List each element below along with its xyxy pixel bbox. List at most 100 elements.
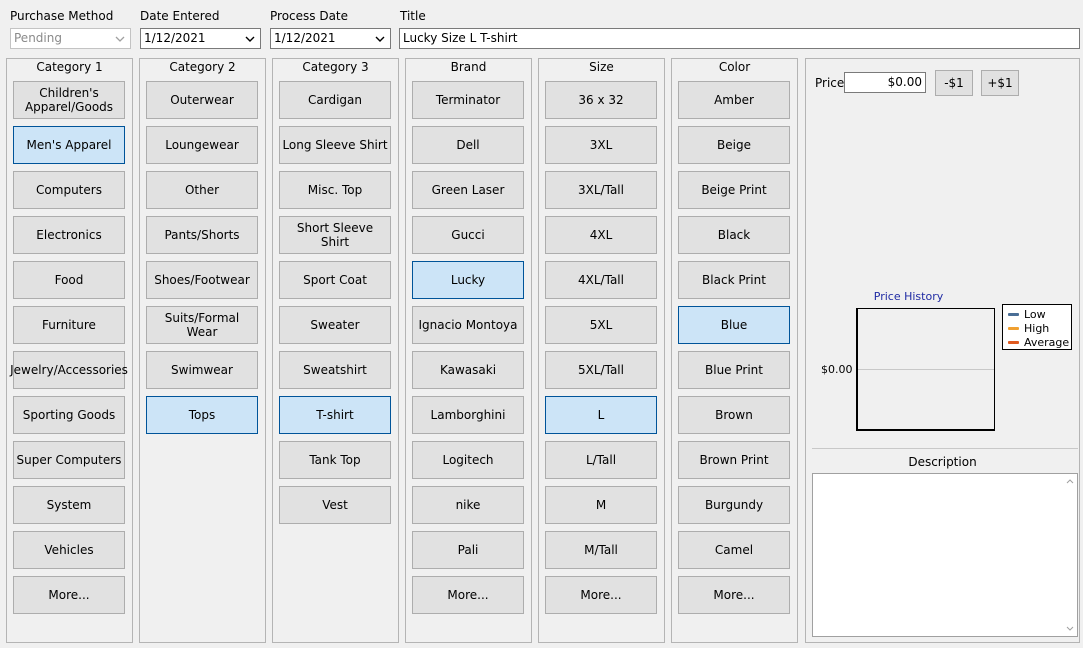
option-button[interactable]: Beige xyxy=(678,126,790,164)
option-button[interactable]: 3XL xyxy=(545,126,657,164)
option-button[interactable]: Kawasaki xyxy=(412,351,524,389)
option-button[interactable]: Blue Print xyxy=(678,351,790,389)
legend-item: High xyxy=(1008,321,1071,335)
option-button[interactable]: Swimwear xyxy=(146,351,258,389)
chevron-down-icon[interactable] xyxy=(244,29,256,48)
option-button[interactable]: Children's Apparel/Goods xyxy=(13,81,125,119)
option-button[interactable]: Lucky xyxy=(412,261,524,299)
option-button[interactable]: Computers xyxy=(13,171,125,209)
column-category-1: Category 1 Children's Apparel/Goods Men's … xyxy=(6,58,133,643)
column-title: Color xyxy=(718,60,751,74)
option-button[interactable]: Pali xyxy=(412,531,524,569)
option-button[interactable]: Sport Coat xyxy=(279,261,391,299)
option-button[interactable]: L/Tall xyxy=(545,441,657,479)
option-button[interactable]: Vehicles xyxy=(13,531,125,569)
option-button[interactable]: Misc. Top xyxy=(279,171,391,209)
option-button[interactable]: Vest xyxy=(279,486,391,524)
option-button[interactable]: Burgundy xyxy=(678,486,790,524)
legend-item: Low xyxy=(1008,307,1071,321)
option-button[interactable]: M xyxy=(545,486,657,524)
description-textarea[interactable] xyxy=(812,473,1078,637)
decrease-price-button[interactable]: -$1 xyxy=(935,70,973,96)
legend-label: High xyxy=(1024,321,1050,335)
more-button[interactable]: More... xyxy=(13,576,125,614)
option-button[interactable]: M/Tall xyxy=(545,531,657,569)
option-button[interactable]: Green Laser xyxy=(412,171,524,209)
increase-price-button[interactable]: +$1 xyxy=(981,70,1019,96)
option-button[interactable]: Tops xyxy=(146,396,258,434)
option-button[interactable]: Black Print xyxy=(678,261,790,299)
option-button[interactable]: Sweatshirt xyxy=(279,351,391,389)
option-button[interactable]: Logitech xyxy=(412,441,524,479)
more-button[interactable]: More... xyxy=(412,576,524,614)
date-entered-label: Date Entered xyxy=(140,9,220,23)
option-button[interactable]: 36 x 32 xyxy=(545,81,657,119)
option-button[interactable]: Jewelry/Accessories xyxy=(10,351,128,389)
option-button[interactable]: T-shirt xyxy=(279,396,391,434)
option-button[interactable]: Camel xyxy=(678,531,790,569)
purchase-method-select[interactable]: Pending xyxy=(10,28,131,49)
option-button[interactable]: Sweater xyxy=(279,306,391,344)
chevron-down-icon[interactable] xyxy=(374,29,386,48)
option-button[interactable]: nike xyxy=(412,486,524,524)
process-date-value: 1/12/2021 xyxy=(274,31,336,45)
purchase-method-label: Purchase Method xyxy=(10,9,114,23)
y-axis-tick: $0.00 xyxy=(821,363,853,376)
more-button[interactable]: More... xyxy=(678,576,790,614)
process-date-picker[interactable]: 1/12/2021 xyxy=(270,28,391,49)
option-button[interactable]: Other xyxy=(146,171,258,209)
description-scrollbar[interactable] xyxy=(1063,474,1077,636)
option-button[interactable]: Tank Top xyxy=(279,441,391,479)
legend-swatch xyxy=(1008,340,1019,344)
option-button[interactable]: Sporting Goods xyxy=(13,396,125,434)
legend-item: Average xyxy=(1008,335,1071,349)
option-button[interactable]: L xyxy=(545,396,657,434)
option-button[interactable]: Long Sleeve Shirt xyxy=(279,126,391,164)
option-button[interactable]: System xyxy=(13,486,125,524)
option-button[interactable]: Black xyxy=(678,216,790,254)
option-button[interactable]: Beige Print xyxy=(678,171,790,209)
option-button[interactable]: Lamborghini xyxy=(412,396,524,434)
option-button[interactable]: Short Sleeve Shirt xyxy=(279,216,391,254)
option-button[interactable]: Brown xyxy=(678,396,790,434)
chart-plot-area xyxy=(856,308,995,431)
option-button[interactable]: Shoes/Footwear xyxy=(146,261,258,299)
option-button[interactable]: 4XL xyxy=(545,216,657,254)
date-entered-picker[interactable]: 1/12/2021 xyxy=(140,28,261,49)
more-button[interactable]: More... xyxy=(545,576,657,614)
title-label: Title xyxy=(400,9,426,23)
legend-label: Low xyxy=(1024,307,1046,321)
legend-swatch xyxy=(1008,312,1019,316)
column-size: Size 36 x 32 3XL 3XL/Tall 4XL 4XL/Tall 5XL 5XL/… xyxy=(538,58,665,643)
option-button[interactable]: Gucci xyxy=(412,216,524,254)
option-button[interactable]: 3XL/Tall xyxy=(545,171,657,209)
title-input[interactable]: Lucky Size L T-shirt xyxy=(399,28,1080,49)
option-button[interactable]: Super Computers xyxy=(13,441,125,479)
option-button[interactable]: Blue xyxy=(678,306,790,344)
option-button[interactable]: 5XL xyxy=(545,306,657,344)
option-button[interactable]: 5XL/Tall xyxy=(545,351,657,389)
option-button[interactable]: Amber xyxy=(678,81,790,119)
option-button[interactable]: Food xyxy=(13,261,125,299)
option-button[interactable]: Loungewear xyxy=(146,126,258,164)
chart-legend: Low High Average xyxy=(1002,304,1072,350)
chart-gridline xyxy=(858,369,994,370)
process-date-label: Process Date xyxy=(270,9,349,23)
option-button[interactable]: Terminator xyxy=(412,81,524,119)
option-button[interactable]: Cardigan xyxy=(279,81,391,119)
price-input[interactable]: $0.00 xyxy=(844,72,926,93)
column-category-2: Category 2 Outerwear Loungewear Other Pants/… xyxy=(139,58,266,643)
column-brand: Brand Terminator Dell Green Laser Gucci Lucky… xyxy=(405,58,532,643)
column-title: Size xyxy=(589,60,614,74)
option-button[interactable]: Pants/Shorts xyxy=(146,216,258,254)
option-button[interactable]: Electronics xyxy=(13,216,125,254)
option-button[interactable]: Men's Apparel xyxy=(13,126,125,164)
option-button[interactable]: 4XL/Tall xyxy=(545,261,657,299)
option-button[interactable]: Ignacio Montoya xyxy=(412,306,524,344)
option-button[interactable]: Outerwear xyxy=(146,81,258,119)
option-button[interactable]: Brown Print xyxy=(678,441,790,479)
date-entered-value: 1/12/2021 xyxy=(144,31,206,45)
option-button[interactable]: Dell xyxy=(412,126,524,164)
option-button[interactable]: Furniture xyxy=(13,306,125,344)
option-button[interactable]: Suits/Formal Wear xyxy=(146,306,258,344)
